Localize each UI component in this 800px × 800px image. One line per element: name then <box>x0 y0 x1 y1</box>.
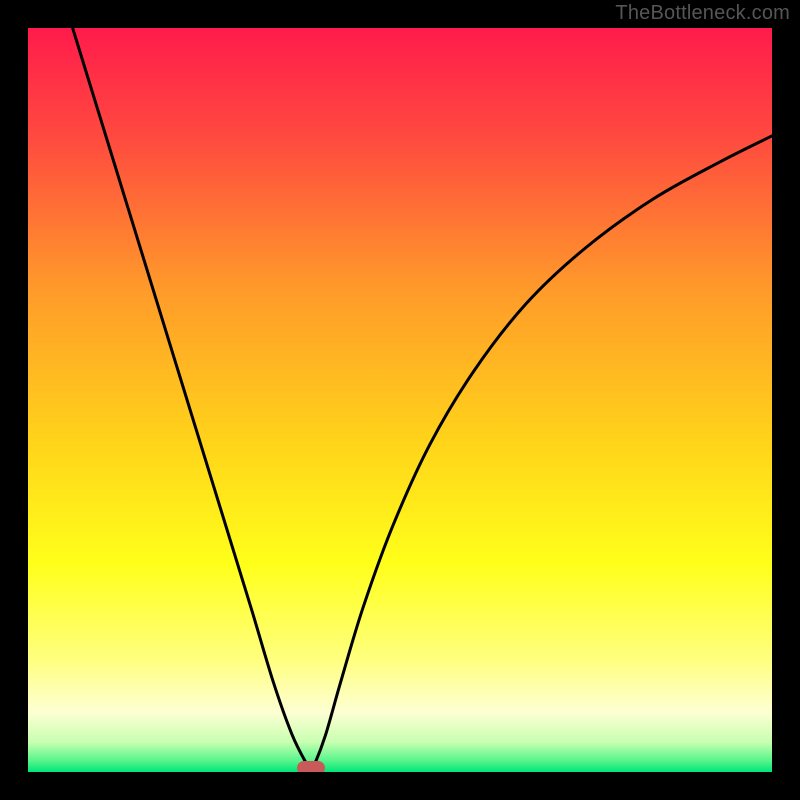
plot-area <box>28 28 772 772</box>
bottleneck-curve <box>28 28 772 772</box>
optimal-point-marker <box>297 761 325 772</box>
watermark-text: TheBottleneck.com <box>615 2 790 25</box>
chart-frame: TheBottleneck.com <box>0 0 800 800</box>
